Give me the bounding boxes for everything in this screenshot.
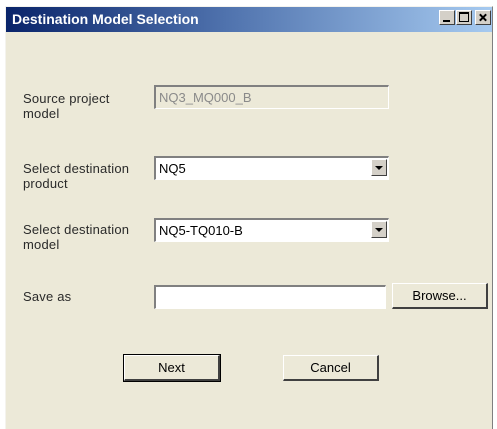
close-button[interactable]: [475, 10, 491, 25]
title-bar-controls: [439, 10, 491, 25]
destination-product-select[interactable]: NQ5: [154, 156, 389, 180]
destination-product-value: NQ5: [159, 161, 186, 176]
title-bar[interactable]: Destination Model Selection: [6, 7, 492, 32]
destination-product-label: Select destination product: [23, 161, 130, 191]
maximize-button[interactable]: [456, 10, 472, 25]
chevron-down-icon[interactable]: [371, 221, 387, 238]
source-project-field: NQ3_MQ000_B: [154, 85, 389, 109]
save-as-label: Save as: [23, 289, 72, 304]
minimize-button[interactable]: [439, 10, 455, 25]
window-title: Destination Model Selection: [12, 11, 199, 27]
cancel-button[interactable]: Cancel: [283, 355, 379, 381]
dialog-window: Destination Model Selection Source proje…: [5, 6, 493, 429]
save-as-input[interactable]: [154, 285, 386, 309]
browse-button[interactable]: Browse...: [392, 283, 488, 309]
chevron-down-icon[interactable]: [371, 159, 387, 176]
source-project-label: Source project model: [23, 91, 110, 121]
destination-model-select[interactable]: NQ5-TQ010-B: [154, 218, 389, 242]
destination-model-label: Select destination model: [23, 222, 130, 252]
destination-model-value: NQ5-TQ010-B: [159, 223, 243, 238]
next-button[interactable]: Next: [123, 354, 221, 382]
